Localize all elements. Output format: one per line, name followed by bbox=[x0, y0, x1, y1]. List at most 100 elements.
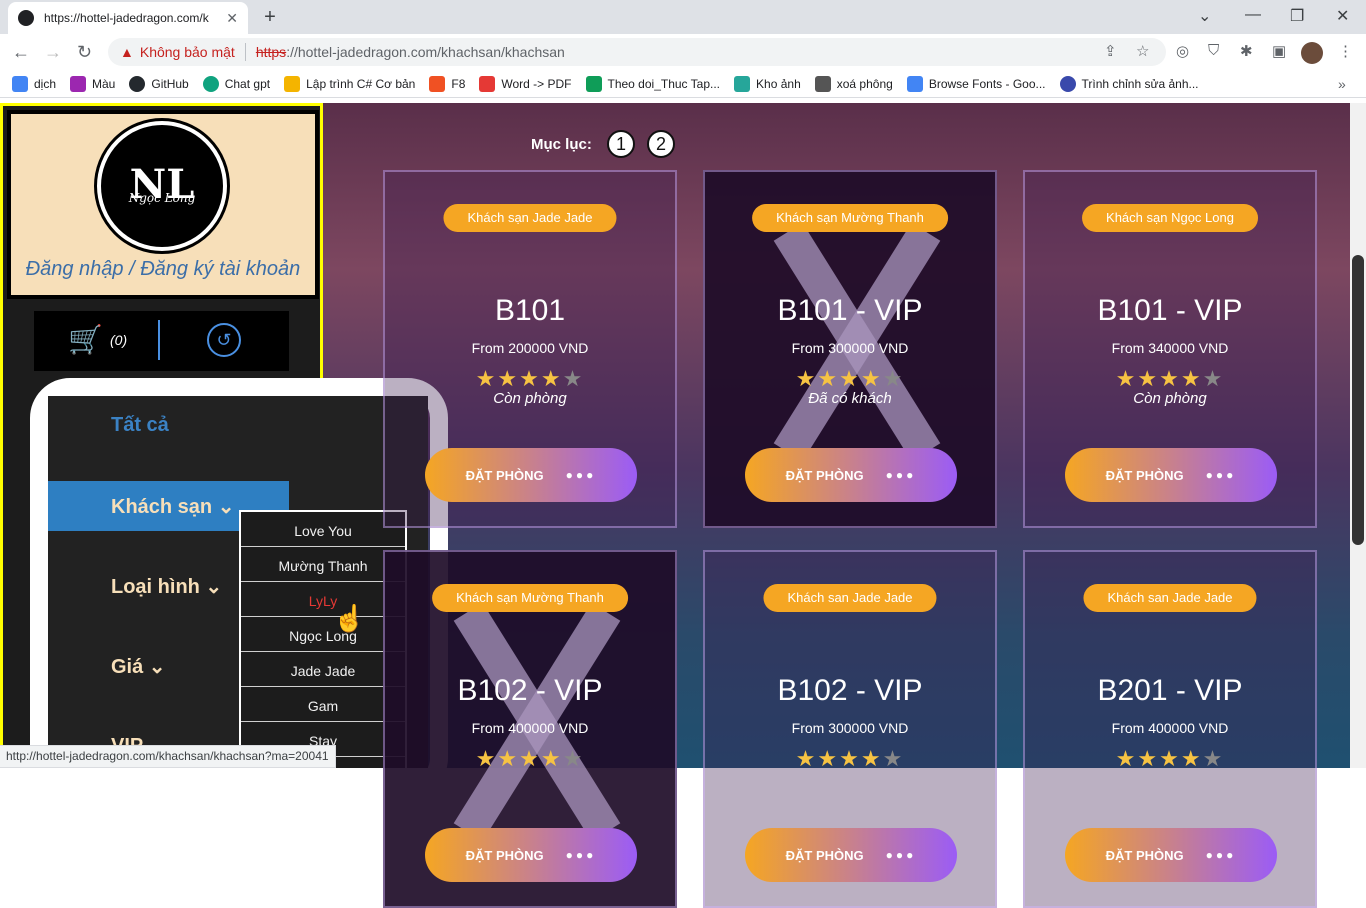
availability-status: Đã có khách bbox=[808, 390, 892, 407]
browser-tab[interactable]: https://hottel-jadedragon.com/k ✕ bbox=[8, 2, 248, 34]
more-bookmarks-icon[interactable]: » bbox=[1338, 76, 1346, 92]
close-window-icon[interactable]: ✕ bbox=[1336, 6, 1349, 26]
bookmark-item[interactable]: Màu bbox=[70, 75, 116, 92]
star-icon: ★ bbox=[475, 746, 498, 771]
room-card[interactable]: Khách sạn Mường Thanh B102 - VIP From 4000… bbox=[383, 550, 677, 908]
hotel-badge: Khách sạn Mường Thanh bbox=[752, 204, 948, 232]
room-card[interactable]: Khách sạn Mường Thanh B101 - VIP From 3000… bbox=[703, 170, 997, 528]
availability-status: Còn phòng bbox=[1133, 390, 1207, 407]
book-room-button[interactable]: ĐẶT PHÒNG ●●● bbox=[425, 828, 637, 882]
star-icon: ★ bbox=[519, 366, 541, 391]
tab-search-icon[interactable]: ⌄ bbox=[1198, 6, 1211, 26]
room-card[interactable]: Khách sạn Jade Jade B101 From 200000 VND ★★… bbox=[383, 170, 677, 528]
rating-stars: ★★★★★ bbox=[385, 746, 675, 772]
room-card[interactable]: Khách san Jade Jade B102 - VIP From 300000… bbox=[703, 550, 997, 908]
f8-icon bbox=[429, 75, 446, 92]
star-icon: ★ bbox=[817, 366, 840, 391]
scrollbar-thumb[interactable] bbox=[1352, 255, 1364, 545]
dots-icon: ●●● bbox=[885, 468, 917, 482]
forward-icon[interactable]: → bbox=[44, 42, 62, 63]
book-room-button[interactable]: ĐẶT PHÒNG ●●● bbox=[745, 448, 957, 502]
dropdown-item-love-you[interactable]: Love You bbox=[241, 512, 405, 547]
hand-cursor-icon: ☝ bbox=[333, 603, 366, 633]
book-label: ĐẶT PHÒNG bbox=[785, 467, 864, 483]
dropdown-item-ngoc-long[interactable]: Ngọc Long bbox=[241, 617, 405, 652]
hotel-badge: Khách sạn Jade Jade bbox=[443, 204, 617, 232]
bookmark-item[interactable]: dịch bbox=[12, 75, 57, 92]
star-icon: ★ bbox=[497, 746, 520, 771]
star-icon: ★ bbox=[540, 366, 563, 391]
bookmark-item[interactable]: Browse Fonts - Goo... bbox=[906, 75, 1046, 92]
page-2-button[interactable]: 2 bbox=[647, 130, 675, 158]
extension-compass-icon[interactable]: ◎ bbox=[1176, 42, 1189, 60]
bookmark-label: Màu bbox=[92, 76, 116, 91]
room-card[interactable]: Khách sạn Ngọc Long B101 - VIP From 340000… bbox=[1023, 170, 1317, 528]
side-panel-icon[interactable]: ▣ bbox=[1272, 42, 1286, 60]
bookmark-item[interactable]: F8 bbox=[429, 75, 466, 92]
star-icon: ★ bbox=[1115, 366, 1138, 391]
bookmark-item[interactable]: Lập trình C# Cơ bản bbox=[284, 75, 415, 92]
bookmark-label: F8 bbox=[451, 76, 466, 91]
star-icon: ★ bbox=[1159, 746, 1181, 771]
history-icon[interactable]: ↺ bbox=[207, 323, 241, 357]
page-1-button[interactable]: 1 bbox=[607, 130, 635, 158]
rating-stars: ★★★★★ bbox=[1025, 746, 1315, 772]
dropdown-item-jade-jade[interactable]: Jade Jade bbox=[241, 652, 405, 687]
login-register-link[interactable]: Đăng nhập / Đăng ký tài khoản bbox=[14, 258, 312, 281]
bookmark-item[interactable]: Chat gpt bbox=[202, 75, 270, 92]
dropdown-item-gam[interactable]: Gam bbox=[241, 687, 405, 722]
back-icon[interactable]: ← bbox=[12, 42, 30, 63]
address-bar[interactable]: ▲ Không bảo mật https ://hottel-jadedrag… bbox=[108, 38, 1166, 66]
menu-item-all[interactable]: Tất cả bbox=[48, 400, 289, 450]
google-fonts-icon bbox=[906, 75, 923, 92]
site-logo[interactable]: NL Ngọc Long bbox=[94, 118, 230, 254]
room-card[interactable]: Khách san Jade Jade B201 - VIP From 400000… bbox=[1023, 550, 1317, 908]
close-tab-icon[interactable]: ✕ bbox=[226, 10, 238, 27]
security-warning[interactable]: Không bảo mật bbox=[140, 44, 235, 60]
book-room-button[interactable]: ĐẶT PHÒNG ●●● bbox=[745, 828, 957, 882]
bookmark-item[interactable]: Trình chỉnh sửa ảnh... bbox=[1059, 75, 1199, 92]
star-icon: ★ bbox=[860, 366, 883, 391]
book-label: ĐẶT PHÒNG bbox=[465, 467, 544, 483]
room-price: From 200000 VND bbox=[471, 340, 589, 356]
star-icon: ★ bbox=[839, 746, 861, 771]
star-icon: ★ bbox=[839, 366, 861, 391]
bookmark-item[interactable]: Theo doi_Thuc Tap... bbox=[585, 75, 720, 92]
dropdown-item-muong-thanh[interactable]: Mường Thanh bbox=[241, 547, 405, 582]
star-icon: ★ bbox=[1180, 366, 1203, 391]
star-icon: ★ bbox=[1115, 746, 1138, 771]
bookmark-item[interactable]: Word -> PDF bbox=[479, 75, 572, 92]
book-label: ĐẶT PHÒNG bbox=[1105, 847, 1184, 863]
bookmark-item[interactable]: GitHub bbox=[129, 75, 189, 92]
book-room-button[interactable]: ĐẶT PHÒNG ●●● bbox=[1065, 828, 1277, 882]
star-icon: ★ bbox=[1159, 366, 1181, 391]
extensions-puzzle-icon[interactable]: ✱ bbox=[1240, 42, 1253, 60]
bookmark-favicon-icon bbox=[1059, 75, 1076, 92]
site-favicon-icon bbox=[18, 10, 34, 26]
bookmark-label: dịch bbox=[34, 76, 57, 91]
star-icon: ★ bbox=[562, 366, 585, 391]
restore-icon[interactable]: ❐ bbox=[1290, 6, 1304, 26]
room-number: B101 - VIP bbox=[777, 294, 923, 327]
bookmark-star-icon[interactable]: ☆ bbox=[1136, 42, 1149, 60]
star-icon: ★ bbox=[1137, 746, 1160, 771]
share-icon[interactable]: ⇪ bbox=[1104, 42, 1117, 60]
new-tab-button[interactable]: + bbox=[258, 5, 282, 29]
bookmark-favicon-icon bbox=[12, 75, 28, 92]
shopping-cart-icon[interactable]: 🛒 bbox=[68, 323, 103, 356]
bookmark-item[interactable]: Kho ảnh bbox=[734, 75, 801, 92]
book-room-button[interactable]: ĐẶT PHÒNG ●●● bbox=[1065, 448, 1277, 502]
sheets-icon bbox=[585, 75, 602, 92]
chatgpt-icon bbox=[202, 75, 219, 92]
bookmark-label: xoá phông bbox=[836, 76, 893, 91]
bookmark-item[interactable]: xoá phông bbox=[814, 75, 893, 92]
star-icon: ★ bbox=[1137, 366, 1160, 391]
browser-menu-icon[interactable]: ⋮ bbox=[1338, 42, 1353, 60]
minimize-icon[interactable]: — bbox=[1245, 6, 1261, 24]
reload-icon[interactable]: ↻ bbox=[77, 42, 92, 63]
dots-icon: ●●● bbox=[565, 848, 597, 862]
dropdown-item-lyly[interactable]: LyLy bbox=[241, 582, 405, 617]
book-room-button[interactable]: ĐẶT PHÒNG ●●● bbox=[425, 448, 637, 502]
profile-avatar[interactable] bbox=[1301, 42, 1323, 64]
extension-shield-icon[interactable]: ⛉ bbox=[1208, 42, 1219, 59]
